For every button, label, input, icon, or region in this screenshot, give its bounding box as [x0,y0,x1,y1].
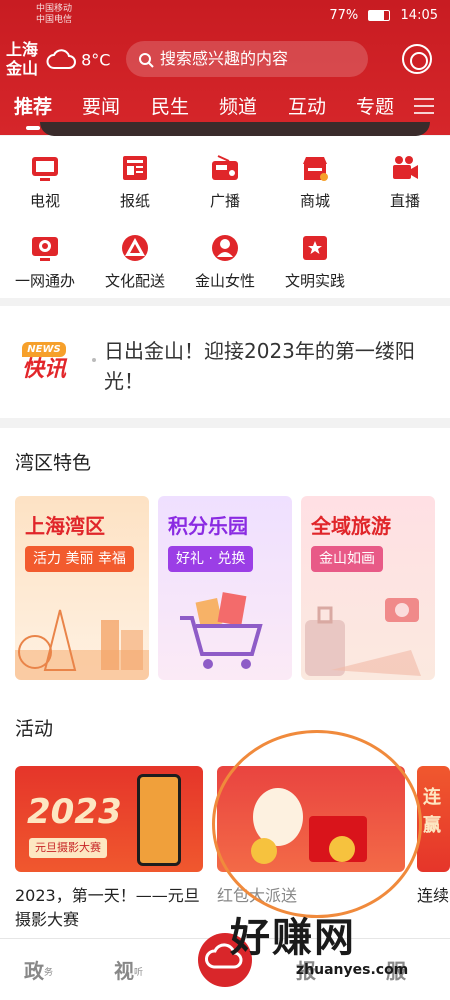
watermark: 好赚网 [230,915,356,961]
radio-icon [212,155,238,180]
practice-icon [303,236,327,260]
culture-icon [122,235,148,261]
bottom-nav-media[interactable]: 视听 [114,955,144,984]
banner-year: 2023 [27,792,122,832]
bay-tile-pill: 好礼 · 兑换 [168,546,254,572]
camera-icon [393,156,418,179]
carrier-info: 中国移动 中国电信 [36,4,72,26]
cloud-icon [46,48,76,74]
search-icon [138,49,160,68]
activity-caption[interactable]: 连续 [417,884,450,908]
bay-tile-title: 全域旅游 [311,514,391,538]
grid-item-practice[interactable]: 文明实践 [270,232,360,291]
search-input[interactable]: 搜索感兴趣的内容 [126,41,368,77]
bay-tile-title: 上海湾区 [25,514,105,538]
grid-label: 直播 [389,192,420,210]
grid-label: 电视 [29,192,60,210]
battery-level: 77% [329,8,359,23]
luggage-illustration [305,598,421,676]
grid-label: 广播 [209,192,240,210]
section-title: 湾区特色 [15,452,92,474]
grid-item-culture[interactable]: 文化配送 [90,232,180,291]
grid-item-tv[interactable]: 电视 [0,152,90,211]
news-dot [92,358,96,362]
grid-label: 商城 [299,192,330,210]
banner-subtitle: 元旦摄影大赛 [29,838,107,858]
women-icon [212,235,238,261]
watermark-url: zhuanyes.com [296,962,409,978]
status-right: 77% 14:05 [329,8,438,23]
newspaper-icon [123,156,147,180]
tv-icon [32,157,58,181]
news-badge-top: NEWS [22,342,66,357]
grid-item-shop[interactable]: 商城 [270,152,360,211]
status-bar: 中国移动 中国电信 77% 14:05 [0,0,450,34]
banner-edge [40,122,430,136]
grid-label: 金山女性 [194,272,255,290]
news-badge: NEWS 快讯 [22,342,68,386]
bay-tile-tourism[interactable]: 全域旅游 金山如画 [301,496,435,680]
section-title: 活动 [15,718,54,740]
clock: 14:05 [400,8,438,23]
news-flash[interactable]: NEWS 快讯 日出金山！迎接2023年的第一缕阳光！ [0,306,450,418]
top-bar: 上海金山 8°C 搜索感兴趣的内容 [0,38,450,84]
temperature: 8°C [81,50,111,70]
bay-tile-shanghai-bay[interactable]: 上海湾区 活力 美丽 幸福 [15,496,149,680]
grid-label: 一网通办 [14,272,75,290]
banner-text: 连赢 [423,787,441,836]
app-header: 中国移动 中国电信 77% 14:05 上海金山 8°C 搜索感兴趣的内容 推荐… [0,0,450,136]
tab-news[interactable]: 要闻 [82,92,120,119]
bay-tile-title: 积分乐园 [168,514,248,538]
phone-illustration [137,774,181,866]
tab-livelihood[interactable]: 民生 [151,92,189,119]
shopping-cart-illustration [180,592,263,669]
search-placeholder: 搜索感兴趣的内容 [160,49,289,68]
shop-icon [303,157,328,181]
bay-section: 湾区特色 上海湾区 活力 美丽 幸福 积分乐园 好礼 · 兑换 全域旅游 金山如… [0,428,450,698]
activity-banner-third[interactable]: 连赢 [417,766,450,872]
grid-label: 文明实践 [284,272,345,290]
tab-topics[interactable]: 专题 [356,92,394,119]
news-headline[interactable]: 日出金山！迎接2023年的第一缕阳光！ [104,336,434,396]
bay-tile-pill: 金山如画 [311,546,383,572]
carrier-2: 中国电信 [36,15,73,25]
bottom-nav-gov[interactable]: 政务 [24,955,54,984]
avatar[interactable] [402,44,432,74]
grid-label: 文化配送 [104,272,165,290]
city-skyline-illustration [15,609,149,680]
grid-item-service[interactable]: 一网通办 [0,232,90,291]
annotation-circle [212,730,422,918]
shortcut-grid: 电视 报纸 广播 商城 直播 一网通办 文化配送 金山女性 文明实践 [0,136,450,298]
service-icon [32,237,58,261]
activity-banner-photo-contest[interactable]: 2023 元旦摄影大赛 [15,766,203,872]
bay-tile-pill: 活力 美丽 幸福 [25,546,134,572]
weather-widget[interactable]: 8°C [46,48,110,74]
news-badge-main: 快讯 [22,357,67,382]
carrier-1: 中国移动 [36,4,73,14]
tab-recommend[interactable]: 推荐 [14,92,52,130]
grid-item-women[interactable]: 金山女性 [180,232,270,291]
grid-label: 报纸 [119,192,150,210]
menu-icon[interactable] [414,98,434,119]
grid-item-live[interactable]: 直播 [360,152,450,211]
activity-caption[interactable]: 2023，第一天！——元旦摄影大赛 [15,884,205,932]
battery-icon [368,10,391,21]
city-selector[interactable]: 上海金山 [6,40,42,78]
tab-channel[interactable]: 频道 [219,92,257,119]
bay-tile-points-park[interactable]: 积分乐园 好礼 · 兑换 [158,496,292,680]
grid-item-radio[interactable]: 广播 [180,152,270,211]
grid-item-newspaper[interactable]: 报纸 [90,152,180,211]
tab-interaction[interactable]: 互动 [288,92,326,119]
